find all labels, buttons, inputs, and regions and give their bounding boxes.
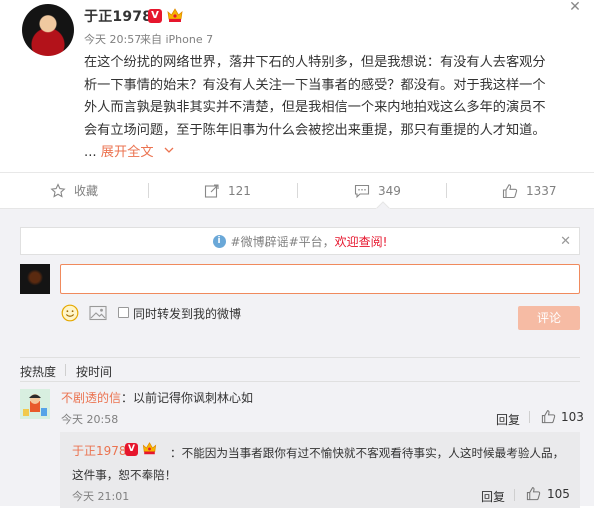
notice-text: #微博辟谣#平台， xyxy=(230,234,335,249)
chevron-down-icon[interactable] xyxy=(164,145,174,155)
comment-text: 不剧透的信：以前记得你讽刺林心如 xyxy=(61,389,253,406)
divider xyxy=(20,357,580,358)
comment-time: 今天 20:58 xyxy=(61,413,119,426)
reply-button[interactable]: 回复 xyxy=(496,411,520,428)
member-crown-icon xyxy=(142,442,157,455)
my-avatar xyxy=(20,264,50,294)
image-icon[interactable] xyxy=(89,305,107,321)
expand-full-text-link[interactable]: 展开全文 xyxy=(101,145,154,160)
author-name[interactable]: 于正1978 xyxy=(84,6,152,26)
favorite-button[interactable]: 收藏 xyxy=(50,173,98,208)
verified-badge-icon: V xyxy=(148,9,162,23)
thumbs-up-icon xyxy=(502,183,518,198)
close-icon[interactable]: ✕ xyxy=(560,234,571,249)
like-button[interactable]: 1337 xyxy=(502,173,557,208)
reply-like-count: 105 xyxy=(547,487,570,501)
commenter-name[interactable]: 不剧透的信 xyxy=(61,391,121,405)
member-crown-icon xyxy=(167,8,183,22)
repost-button[interactable]: 121 xyxy=(204,173,251,208)
comment-panel-pointer xyxy=(376,201,390,209)
post-source: 来自 iPhone 7 xyxy=(140,33,214,46)
comment-like-count: 103 xyxy=(561,410,584,424)
reply-time: 今天 21:01 xyxy=(72,490,130,503)
reply-button[interactable]: 回复 xyxy=(481,488,505,505)
post-content: 在这个纷扰的网络世界，落井下石的人特别多，但是我想说：有没有人去客观分 析一下事… xyxy=(84,52,586,165)
comment-icon xyxy=(354,184,370,198)
like-count: 1337 xyxy=(526,183,557,198)
emoji-icon[interactable] xyxy=(61,304,79,322)
repost-checkbox[interactable] xyxy=(118,307,129,318)
close-icon[interactable]: ✕ xyxy=(567,0,583,16)
divider xyxy=(65,364,66,376)
comment-input[interactable] xyxy=(60,264,580,294)
thumbs-up-icon[interactable] xyxy=(541,409,556,424)
post-text-line: 在这个纷扰的网络世界，落井下石的人特别多，但是我想说：有没有人去客观分 xyxy=(84,55,546,70)
sort-by-time-tab[interactable]: 按时间 xyxy=(76,363,112,380)
star-icon xyxy=(50,182,66,198)
expand-row: ... 展开全文 xyxy=(84,142,586,165)
divider xyxy=(148,183,149,198)
repost-icon xyxy=(204,183,219,198)
divider xyxy=(529,411,530,423)
commenter-avatar[interactable] xyxy=(20,389,50,419)
divider xyxy=(297,183,298,198)
sort-by-hot-tab[interactable]: 按热度 xyxy=(20,363,56,380)
action-bar: 收藏 121 349 1337 xyxy=(0,173,594,208)
post-text-line: 外人而言孰是孰非其实并不清楚，但是我相信一个来内地拍戏这么多年的演员不 xyxy=(84,100,546,115)
verified-badge-icon: V xyxy=(125,443,138,456)
comment-body: ：以前记得你讽刺林心如 xyxy=(121,391,254,405)
repost-count: 121 xyxy=(228,183,251,198)
info-icon: i xyxy=(212,234,226,248)
post-text-line: 会有立场问题，至于陈年旧事为什么会被挖出来重提，那只有重提的人才知道。 xyxy=(84,122,546,138)
author-avatar[interactable] xyxy=(22,4,74,56)
divider xyxy=(514,489,515,501)
divider xyxy=(20,381,580,382)
ellipsis: ... xyxy=(84,145,97,160)
reply-author-name[interactable]: 于正1978 xyxy=(72,442,127,459)
rumor-notice[interactable]: i #微博辟谣#平台， 欢迎查阅! ✕ xyxy=(20,227,580,255)
notice-link[interactable]: 欢迎查阅! xyxy=(335,233,388,250)
favorite-label: 收藏 xyxy=(74,184,99,198)
thumbs-up-icon[interactable] xyxy=(526,486,541,501)
repost-label[interactable]: 同时转发到我的微博 xyxy=(133,305,241,322)
comment-count: 349 xyxy=(378,183,401,198)
post-time[interactable]: 今天 20:57 xyxy=(84,31,141,47)
divider xyxy=(446,183,447,198)
submit-comment-button[interactable]: 评论 xyxy=(518,306,580,330)
post-text-line: 析一下事情的始末？有没有人关注一下当事者的感受？都没有。对于我这样一个 xyxy=(84,77,546,93)
